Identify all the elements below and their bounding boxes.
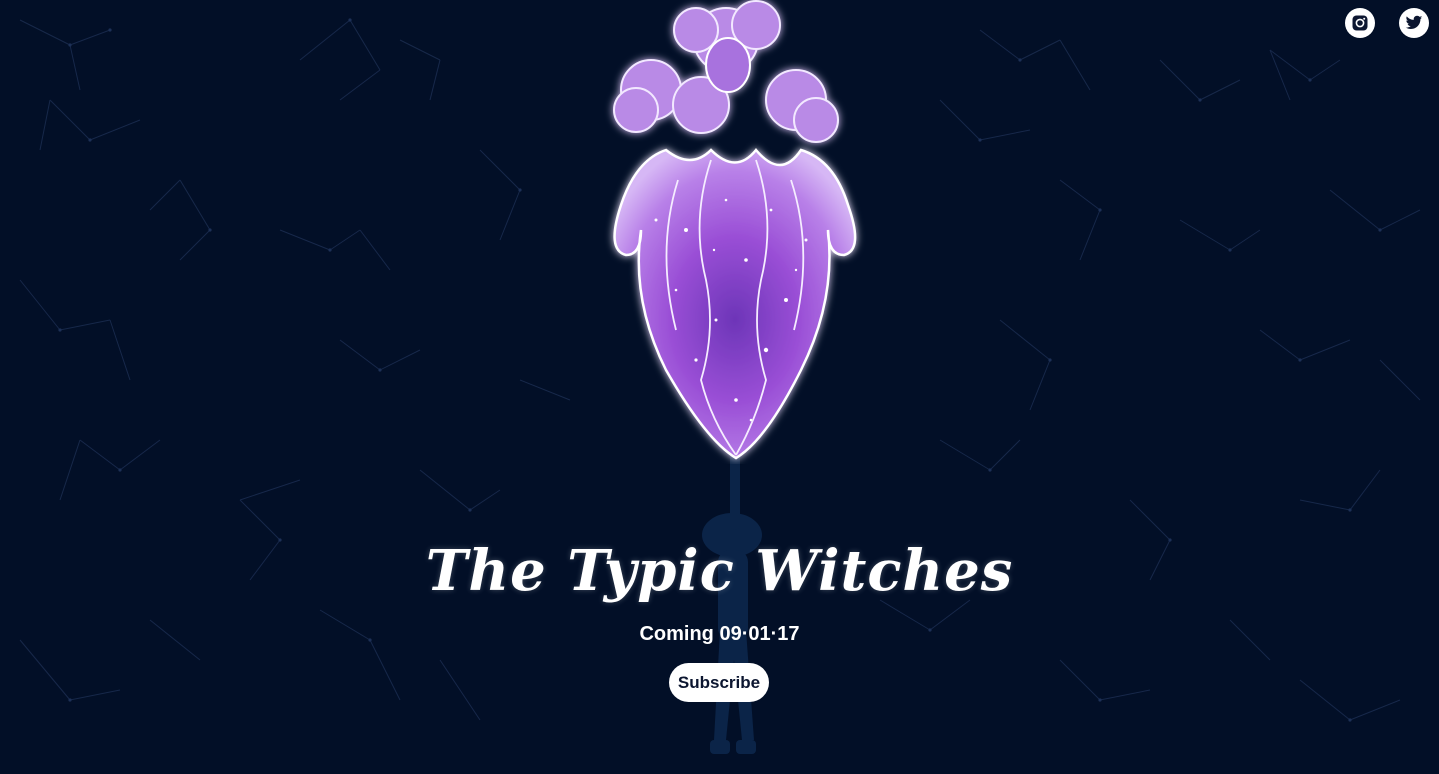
twitter-icon[interactable] [1399, 8, 1429, 38]
site-title: The Typic Witches [425, 537, 1014, 604]
cosmic-goddess-illustration [613, 0, 857, 460]
twitter-glyph [1405, 15, 1423, 29]
subscribe-button[interactable]: Subscribe [669, 663, 769, 702]
silhouette-figure [702, 450, 762, 754]
social-links [1345, 8, 1429, 38]
landing-page: The Typic Witches Coming 09·01·17 Subscr… [0, 0, 1439, 774]
instagram-icon[interactable] [1345, 8, 1375, 38]
launch-date-text: Coming 09·01·17 [639, 623, 800, 645]
instagram-glyph [1352, 15, 1368, 31]
